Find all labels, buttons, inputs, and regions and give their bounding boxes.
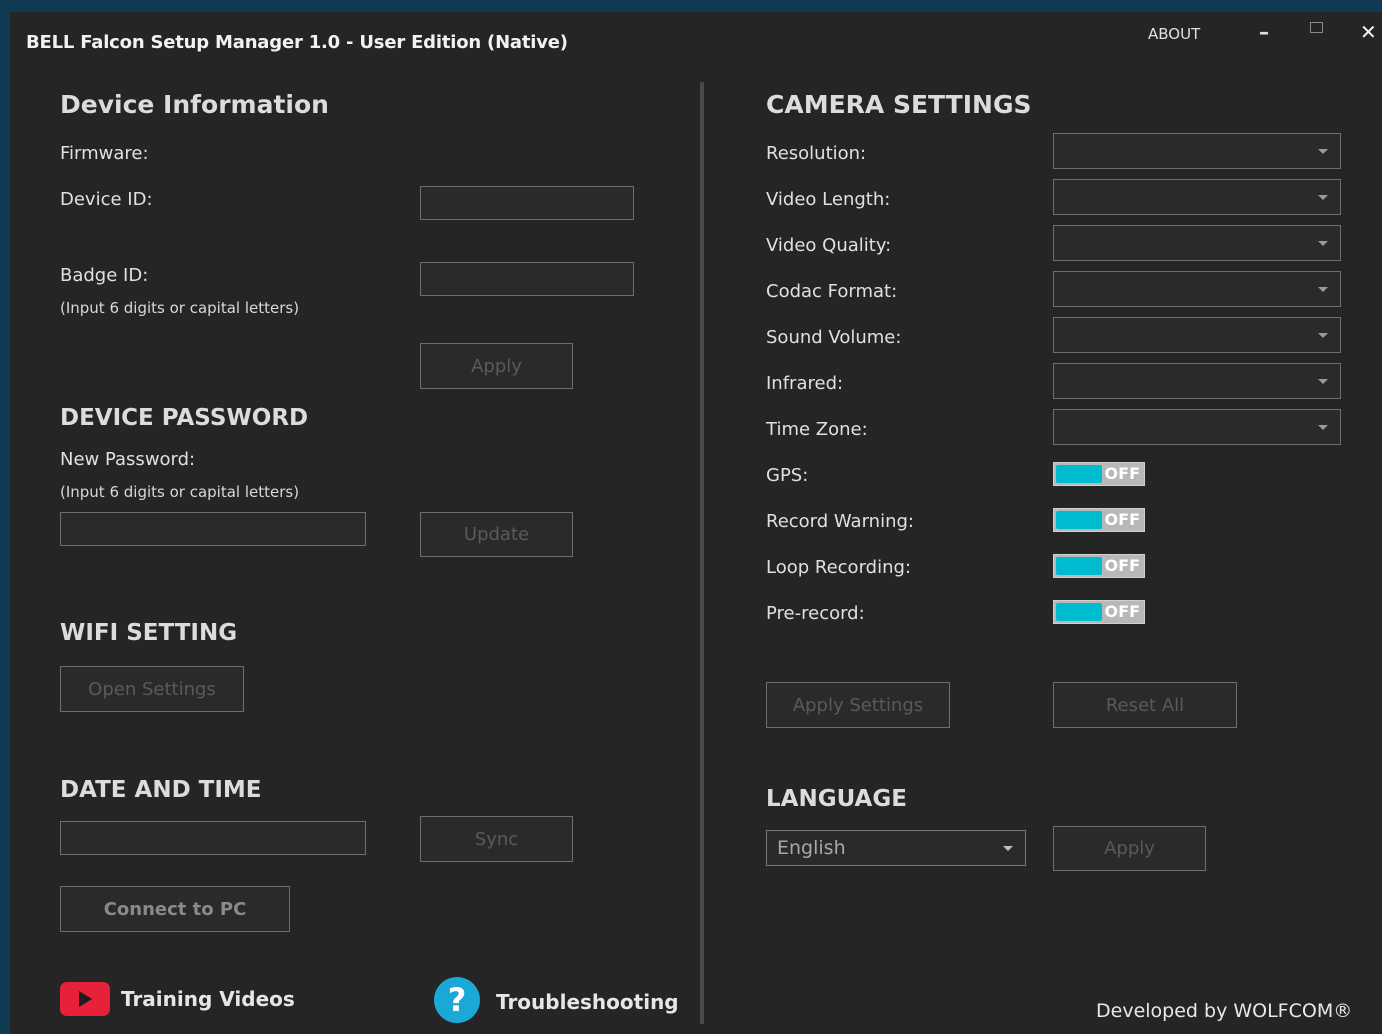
chevron-down-icon	[1318, 379, 1328, 384]
close-button[interactable]: ✕	[1360, 20, 1377, 44]
maximize-button[interactable]	[1310, 22, 1323, 33]
panel-divider	[700, 82, 704, 1024]
new-password-hint: (Input 6 digits or capital letters)	[60, 483, 300, 501]
chevron-down-icon	[1318, 425, 1328, 430]
record-warning-toggle[interactable]: OFF	[1053, 508, 1145, 532]
update-password-button[interactable]: Update	[420, 512, 573, 557]
help-icon[interactable]: ?	[434, 977, 480, 1023]
chevron-down-icon	[1318, 333, 1328, 338]
open-wifi-settings-button[interactable]: Open Settings	[60, 666, 244, 712]
device-id-field[interactable]	[420, 186, 634, 220]
badge-id-field[interactable]	[420, 262, 634, 296]
loop-recording-toggle[interactable]: OFF	[1053, 554, 1145, 578]
training-videos-link[interactable]: Training Videos	[121, 987, 295, 1011]
wifi-heading: WIFI SETTING	[60, 620, 238, 646]
toggle-state: OFF	[1104, 602, 1140, 621]
datetime-heading: DATE AND TIME	[60, 777, 262, 803]
password-heading: DEVICE PASSWORD	[60, 405, 309, 431]
toggle-knob	[1056, 511, 1102, 529]
datetime-field[interactable]	[60, 821, 366, 855]
toggle-state: OFF	[1104, 556, 1140, 575]
language-value: English	[777, 837, 846, 859]
language-dropdown[interactable]: English	[766, 830, 1026, 866]
youtube-icon[interactable]	[60, 982, 110, 1016]
new-password-label: New Password:	[60, 449, 196, 470]
play-icon	[79, 991, 92, 1007]
codac-format-label: Codac Format:	[766, 281, 898, 302]
language-apply-button[interactable]: Apply	[1053, 826, 1206, 871]
time-zone-dropdown[interactable]	[1053, 409, 1341, 445]
video-quality-dropdown[interactable]	[1053, 225, 1341, 261]
infrared-label: Infrared:	[766, 373, 844, 394]
app-window: BELL Falcon Setup Manager 1.0 - User Edi…	[10, 12, 1382, 1034]
video-length-dropdown[interactable]	[1053, 179, 1341, 215]
apply-settings-button[interactable]: Apply Settings	[766, 682, 950, 728]
sync-button[interactable]: Sync	[420, 816, 573, 862]
toggle-state: OFF	[1104, 464, 1140, 483]
video-quality-label: Video Quality:	[766, 235, 892, 256]
troubleshooting-link[interactable]: Troubleshooting	[496, 990, 679, 1014]
loop-recording-label: Loop Recording:	[766, 557, 911, 578]
chevron-down-icon	[1318, 241, 1328, 246]
camera-settings-heading: CAMERA SETTINGS	[766, 90, 1032, 119]
toggle-knob	[1056, 557, 1102, 575]
gps-label: GPS:	[766, 465, 809, 486]
new-password-field[interactable]	[60, 512, 366, 546]
device-id-label: Device ID:	[60, 189, 153, 210]
badge-id-label: Badge ID:	[60, 265, 149, 286]
gps-toggle[interactable]: OFF	[1053, 462, 1145, 486]
chevron-down-icon	[1318, 149, 1328, 154]
toggle-knob	[1056, 603, 1102, 621]
infrared-dropdown[interactable]	[1053, 363, 1341, 399]
device-apply-button[interactable]: Apply	[420, 343, 573, 389]
device-info-heading: Device Information	[60, 90, 329, 119]
chevron-down-icon	[1003, 846, 1013, 851]
resolution-label: Resolution:	[766, 143, 867, 164]
about-link[interactable]: ABOUT	[1148, 25, 1200, 43]
time-zone-label: Time Zone:	[766, 419, 868, 440]
chevron-down-icon	[1318, 287, 1328, 292]
pre-record-label: Pre-record:	[766, 603, 865, 624]
reset-all-button[interactable]: Reset All	[1053, 682, 1237, 728]
sound-volume-label: Sound Volume:	[766, 327, 902, 348]
codac-format-dropdown[interactable]	[1053, 271, 1341, 307]
record-warning-label: Record Warning:	[766, 511, 914, 532]
toggle-knob	[1056, 465, 1102, 483]
resolution-dropdown[interactable]	[1053, 133, 1341, 169]
connect-to-pc-button[interactable]: Connect to PC	[60, 886, 290, 932]
minimize-button[interactable]: –	[1259, 20, 1269, 44]
toggle-state: OFF	[1104, 510, 1140, 529]
pre-record-toggle[interactable]: OFF	[1053, 600, 1145, 624]
sound-volume-dropdown[interactable]	[1053, 317, 1341, 353]
video-length-label: Video Length:	[766, 189, 891, 210]
language-heading: LANGUAGE	[766, 786, 907, 812]
developer-credit: Developed by WOLFCOM®	[1096, 1000, 1353, 1022]
chevron-down-icon	[1318, 195, 1328, 200]
window-title: BELL Falcon Setup Manager 1.0 - User Edi…	[26, 32, 568, 53]
firmware-label: Firmware:	[60, 143, 149, 164]
badge-id-hint: (Input 6 digits or capital letters)	[60, 299, 300, 317]
